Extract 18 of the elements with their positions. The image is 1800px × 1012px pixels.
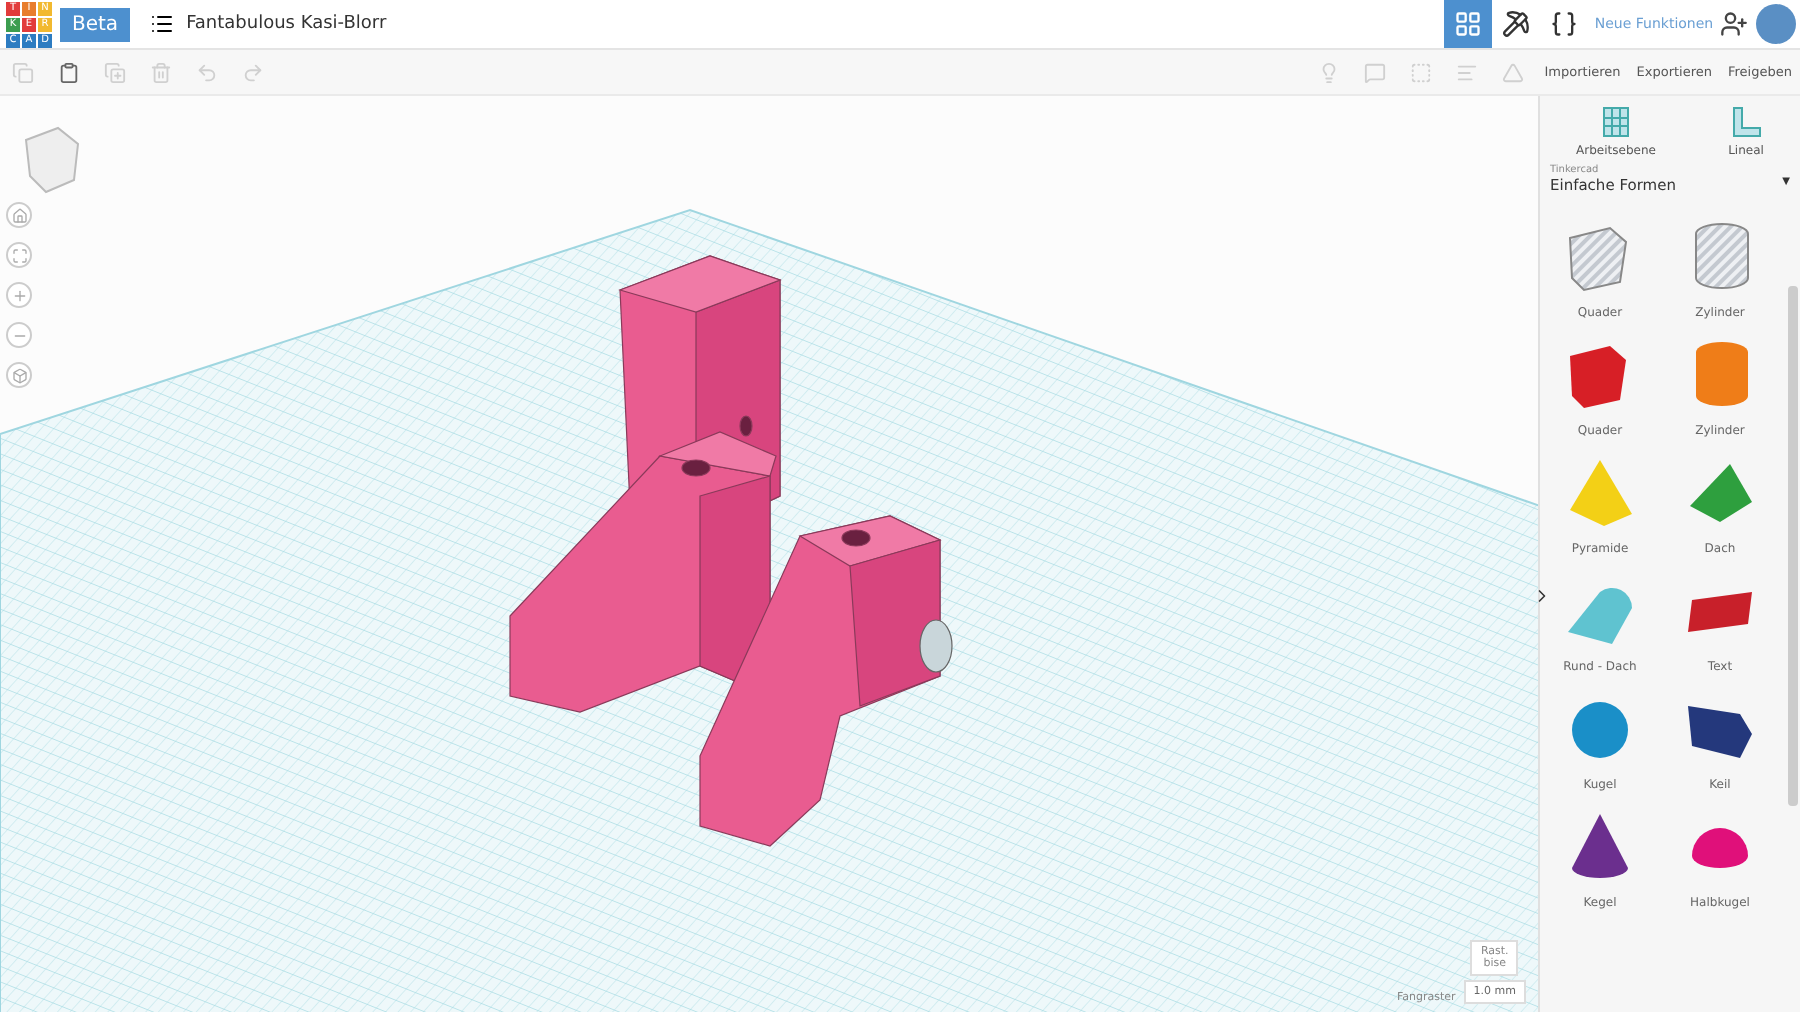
fit-view-icon xyxy=(11,247,27,263)
zoom-out-button[interactable] xyxy=(6,322,32,348)
workplane-icon xyxy=(1600,106,1632,138)
add-user-icon[interactable] xyxy=(1720,10,1748,38)
fit-view-button[interactable] xyxy=(6,242,32,268)
cube-icon xyxy=(11,367,27,383)
perspective-button[interactable] xyxy=(6,362,32,388)
ruler-icon xyxy=(1729,106,1762,138)
scrollbar[interactable] xyxy=(1788,286,1798,806)
braces-icon xyxy=(1550,10,1578,38)
beta-badge: Beta xyxy=(60,7,131,41)
design-title[interactable]: Fantabulous Kasi-Blorr xyxy=(186,14,1444,34)
plus-icon xyxy=(11,287,27,303)
grid-icon xyxy=(1454,10,1482,38)
pickaxe-icon xyxy=(1502,10,1530,38)
zoom-in-button[interactable] xyxy=(6,282,32,308)
home-icon xyxy=(11,207,27,223)
home-button[interactable] xyxy=(6,202,32,228)
